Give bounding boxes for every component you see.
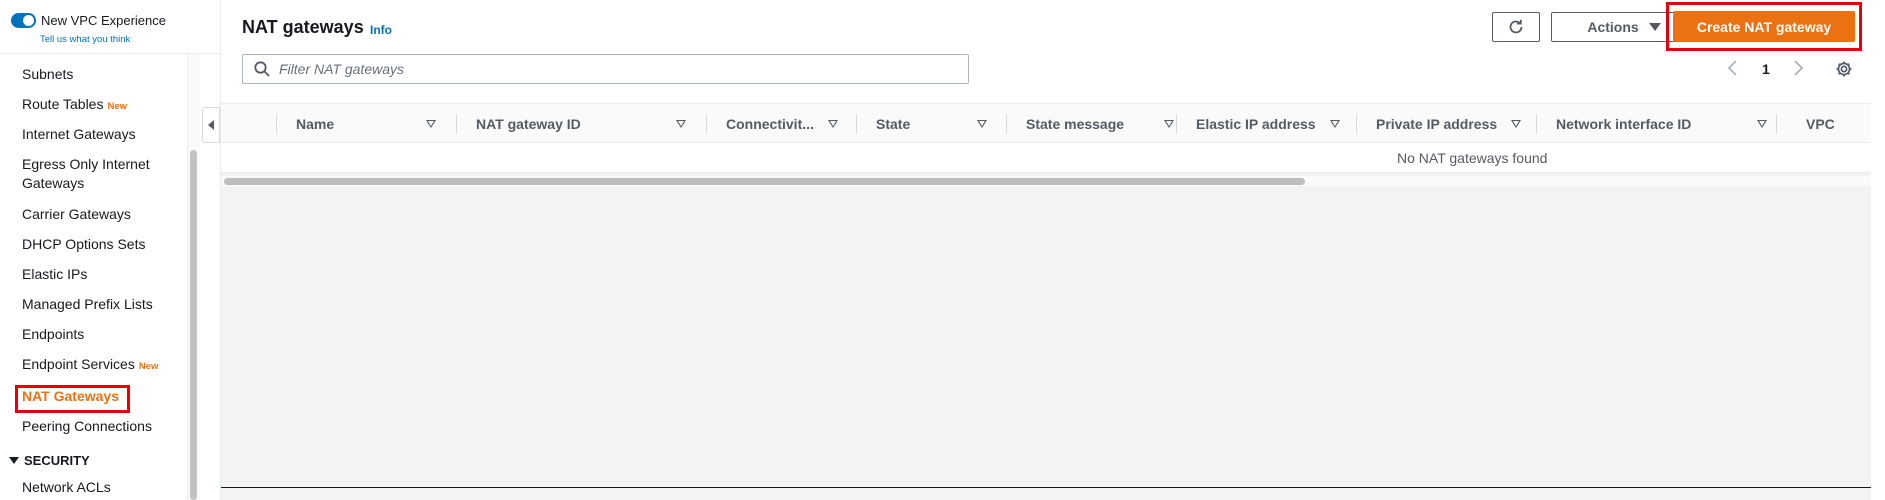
gear-icon[interactable] <box>1835 60 1853 78</box>
column-divider[interactable] <box>856 114 857 134</box>
toggle-switch-icon[interactable] <box>11 13 36 28</box>
sidebar-item-label: DHCP Options Sets <box>22 236 146 252</box>
column-header-state-message[interactable]: State message <box>1026 104 1186 144</box>
sidebar-item-label: Elastic IPs <box>22 266 88 282</box>
sidebar-item-label: Endpoints <box>22 326 85 342</box>
column-divider[interactable] <box>1356 114 1357 134</box>
new-badge: New <box>107 101 128 112</box>
page-number[interactable]: 1 <box>1762 61 1770 77</box>
search-icon <box>254 61 270 77</box>
sidebar-item-internet-gateways[interactable]: Internet Gateways <box>22 125 136 144</box>
sidebar-item-elastic-ips[interactable]: Elastic IPs <box>22 265 87 284</box>
sort-icon[interactable] <box>1330 120 1340 128</box>
sidebar-item-managed-prefix-lists[interactable]: Managed Prefix Lists <box>22 295 153 314</box>
sidebar-item-label: Endpoint Services <box>22 356 135 372</box>
column-divider[interactable] <box>706 114 707 134</box>
sort-icon[interactable] <box>1757 120 1767 128</box>
sidebar-item-endpoint-services[interactable]: Endpoint Services New <box>22 355 158 376</box>
sidebar-item-egress-only-internet-gateways[interactable]: Egress Only Internet Gateways <box>22 155 172 193</box>
column-divider[interactable] <box>1536 114 1537 134</box>
caret-down-icon <box>1648 23 1661 31</box>
column-header-network-interface-id[interactable]: Network interface ID <box>1556 104 1767 144</box>
page-title: NAT gateways <box>242 17 364 37</box>
sidebar-item-label: Carrier Gateways <box>22 206 131 222</box>
sidebar-item-peering-connections[interactable]: Peering Connections <box>22 417 152 436</box>
column-divider[interactable] <box>1776 114 1777 134</box>
feedback-link[interactable]: Tell us what you think <box>40 34 130 45</box>
empty-table-message: No NAT gateways found <box>1397 150 1548 166</box>
vpc-experience-toggle-row[interactable]: New VPC Experience <box>11 13 166 28</box>
sort-icon[interactable] <box>828 120 838 128</box>
sidebar-item-label: Internet Gateways <box>22 126 136 142</box>
sort-icon[interactable] <box>1511 120 1521 128</box>
sidebar-item-subnets[interactable]: Subnets <box>22 65 73 84</box>
sidebar-item-dhcp-options-sets[interactable]: DHCP Options Sets <box>22 235 145 254</box>
sort-icon[interactable] <box>1164 120 1174 128</box>
sidebar-item-label: Managed Prefix Lists <box>22 296 153 312</box>
column-divider[interactable] <box>1006 114 1007 134</box>
column-header-state[interactable]: State <box>876 104 1026 144</box>
sidebar-item-label: Subnets <box>22 66 74 82</box>
refresh-icon <box>1509 19 1523 34</box>
collapse-panel-icon[interactable] <box>202 107 220 143</box>
column-header-connectivity[interactable]: Connectivit... <box>726 104 866 144</box>
table-header: Name NAT gateway ID Connectivit... State… <box>221 103 1871 143</box>
nat-gateways-highlight-box <box>15 385 130 413</box>
sidebar-item-network-acls[interactable]: Network ACLs <box>22 478 111 497</box>
sidebar-item-label: Route Tables <box>22 96 104 112</box>
sidebar-section-security[interactable]: SECURITY <box>9 453 90 468</box>
column-header-vpc[interactable]: VPC <box>1806 104 1866 144</box>
table-empty-row <box>221 143 1871 173</box>
refresh-button[interactable] <box>1492 12 1540 42</box>
new-badge: New <box>138 361 159 372</box>
column-divider[interactable] <box>276 114 277 134</box>
chevron-left-icon[interactable] <box>1726 59 1740 77</box>
column-header-private-ip-address[interactable]: Private IP address <box>1376 104 1546 144</box>
sidebar-item-label: Peering Connections <box>22 418 152 434</box>
sidebar-item-carrier-gateways[interactable]: Carrier Gateways <box>22 205 131 224</box>
column-header-elastic-ip-address[interactable]: Elastic IP address <box>1196 104 1356 144</box>
sort-icon[interactable] <box>676 120 686 128</box>
sidebar-item-label: Egress Only Internet Gateways <box>22 156 150 191</box>
bottom-divider <box>221 487 1871 488</box>
search-input[interactable] <box>279 61 939 77</box>
vpc-experience-label: New VPC Experience <box>41 13 166 28</box>
column-divider[interactable] <box>1176 114 1177 134</box>
caret-down-icon <box>9 457 19 464</box>
create-nat-gateway-button[interactable]: Create NAT gateway <box>1673 11 1855 42</box>
chevron-right-icon[interactable] <box>1791 59 1805 77</box>
sidebar-scrollbar-thumb[interactable] <box>190 150 197 500</box>
column-header-name[interactable]: Name <box>296 104 461 144</box>
sort-icon[interactable] <box>426 120 436 128</box>
sidebar-item-endpoints[interactable]: Endpoints <box>22 325 84 344</box>
sidebar-item-label: Network ACLs <box>22 479 111 495</box>
search-field[interactable] <box>242 54 969 84</box>
column-header-nat-gateway-id[interactable]: NAT gateway ID <box>476 104 711 144</box>
actions-button-label: Actions <box>1587 19 1639 35</box>
sidebar-section-label: SECURITY <box>24 453 90 468</box>
sort-icon[interactable] <box>977 120 987 128</box>
horizontal-scrollbar-thumb[interactable] <box>224 178 1305 185</box>
column-divider[interactable] <box>456 114 457 134</box>
info-link[interactable]: Info <box>370 23 392 37</box>
create-button-label: Create NAT gateway <box>1696 18 1832 35</box>
sidebar-item-route-tables[interactable]: Route Tables New <box>22 95 127 116</box>
sidebar: New VPC Experience Tell us what you thin… <box>0 0 220 500</box>
